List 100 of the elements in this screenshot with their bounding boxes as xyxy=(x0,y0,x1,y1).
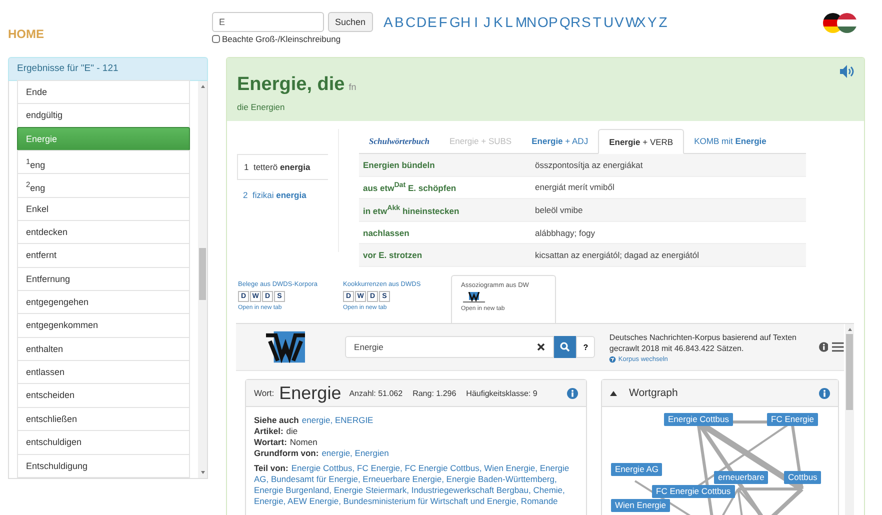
wortschatz-logo-icon xyxy=(463,292,485,303)
result-item[interactable]: enthalten xyxy=(17,336,190,362)
result-item[interactable]: $^{1}$eng xyxy=(17,150,190,174)
search-field[interactable]: E xyxy=(212,12,324,32)
meaning-item[interactable]: 2 fizikai energia xyxy=(237,184,328,206)
hungarian-translation: alábbhagy; fogy xyxy=(535,228,596,238)
word-title: Energie xyxy=(279,382,342,404)
graph-node[interactable]: FC Energie xyxy=(767,413,818,426)
wortschatz-logo-icon xyxy=(266,331,306,363)
letter-link[interactable]: B xyxy=(394,14,404,30)
letter-link[interactable]: A xyxy=(384,14,393,30)
graph-node[interactable]: FC Energie Cottbus xyxy=(652,485,735,498)
result-item[interactable]: Ende xyxy=(17,80,190,104)
result-item[interactable]: Entfernung xyxy=(17,266,190,292)
caret-icon[interactable] xyxy=(610,390,617,396)
related-words-link[interactable]: energie, Energien xyxy=(322,448,389,458)
letter-link[interactable]: C xyxy=(406,14,415,30)
letter-link[interactable]: Q xyxy=(560,14,569,30)
field-value: Nomen xyxy=(290,437,318,447)
plural-form: die Energien xyxy=(237,102,286,112)
result-item[interactable]: entlassen xyxy=(17,360,190,384)
graph-node[interactable]: Cottbus xyxy=(784,471,822,484)
letter-link[interactable]: J xyxy=(482,14,492,30)
graph-node[interactable]: erneuerbare xyxy=(714,471,768,484)
letter-link[interactable]: T xyxy=(592,14,602,30)
result-item[interactable]: $^{2}$eng xyxy=(17,173,190,198)
corpus-search-field[interactable]: Energie xyxy=(345,336,554,358)
field-label: Wortart: xyxy=(254,437,287,447)
word-stat: Häufigkeitsklasse: 9 xyxy=(466,388,538,398)
result-item[interactable]: Energie xyxy=(17,126,190,152)
hungarian-translation: kicsattan az energiától; dagad az energiától xyxy=(535,250,699,260)
hungarian-translation: energiát merít vmiből xyxy=(535,182,614,192)
german-phrase: in etw$^{Akk}$ hineinstecken xyxy=(362,204,460,216)
letter-link[interactable]: X xyxy=(636,14,646,30)
letter-link[interactable]: U xyxy=(604,14,613,30)
scrollbar[interactable] xyxy=(845,324,854,515)
tab[interactable]: KOMB mit Energie xyxy=(684,129,776,153)
german-phrase: aus etw$^{Dat}$ E. schöpfen xyxy=(362,181,458,194)
headword: Energie, die xyxy=(237,74,345,95)
result-item[interactable]: entschuldigen xyxy=(17,430,190,454)
letter-link[interactable]: Z xyxy=(658,14,668,30)
result-item[interactable]: entgegenkommen xyxy=(17,313,190,338)
tab[interactable]: Energie + ADJ xyxy=(522,129,598,153)
german-phrase: nachlassen xyxy=(362,228,410,238)
globe-icon xyxy=(609,356,616,362)
language-flags-icon[interactable] xyxy=(822,12,858,34)
meaning-item[interactable]: 1 tetterö energia xyxy=(237,154,328,180)
field-label: Grundform von: xyxy=(254,448,319,458)
hungarian-translation: beleöl vmibe xyxy=(535,204,583,215)
tab[interactable]: Energie + VERB xyxy=(598,129,684,154)
search-button[interactable]: Suchen xyxy=(328,12,373,32)
info-icon[interactable] xyxy=(567,388,578,398)
result-item[interactable]: Enkel xyxy=(17,196,190,222)
scrollbar[interactable] xyxy=(198,81,207,478)
hungarian-translation: összpontosítja az energiákat xyxy=(535,160,643,170)
letter-link[interactable]: G xyxy=(450,14,459,30)
result-item[interactable]: endgültig xyxy=(17,103,190,128)
graph-node[interactable]: Wien Energie xyxy=(611,499,670,512)
letter-link[interactable]: O xyxy=(538,14,547,30)
related-words-link[interactable]: energie, ENERGIE xyxy=(302,415,374,425)
speaker-icon[interactable] xyxy=(840,65,856,78)
info-icon[interactable] xyxy=(818,342,828,352)
word-stat: Anzahl: 51.062 xyxy=(349,388,403,398)
letter-link[interactable]: H xyxy=(460,14,470,30)
clear-icon[interactable] xyxy=(537,343,546,351)
letter-link[interactable]: V xyxy=(614,14,624,30)
letter-link[interactable]: L xyxy=(504,14,514,30)
graph-node[interactable]: Energie Cottbus xyxy=(664,413,733,426)
help-button[interactable]: ? xyxy=(576,336,596,358)
word-stat: Rang: 1.296 xyxy=(412,388,456,398)
letter-link[interactable]: Y xyxy=(648,14,657,30)
info-icon[interactable] xyxy=(819,388,830,398)
letter-link[interactable]: F xyxy=(438,14,448,30)
case-checkbox[interactable] xyxy=(212,35,220,43)
german-phrase: vor E. strotzen xyxy=(362,250,424,260)
result-item[interactable]: entdecken xyxy=(17,220,190,244)
part-of-speech: fn xyxy=(348,82,356,92)
field-value: die xyxy=(286,426,298,436)
letter-link[interactable]: K xyxy=(494,14,503,30)
graph-node[interactable]: Energie AG xyxy=(611,463,662,476)
letter-link[interactable]: S xyxy=(582,14,591,30)
letter-link[interactable]: M xyxy=(516,14,525,30)
field-label: Artikel: xyxy=(254,426,284,436)
letter-link[interactable]: E xyxy=(428,14,437,30)
letter-link[interactable]: P xyxy=(548,14,558,30)
tab[interactable]: Schulwörterbuch xyxy=(359,129,440,153)
menu-icon[interactable] xyxy=(832,342,844,352)
result-item[interactable]: entschließen xyxy=(17,406,190,432)
search-button[interactable] xyxy=(554,336,576,358)
letter-link[interactable]: I xyxy=(472,14,481,30)
letter-link[interactable]: R xyxy=(570,14,580,30)
result-item[interactable]: entscheiden xyxy=(17,383,190,408)
letter-link[interactable]: D xyxy=(416,14,426,30)
result-item[interactable]: entfernt xyxy=(17,243,190,268)
field-label: Siehe auch xyxy=(254,415,299,425)
results-header: Ergebnisse für "E" - 121 xyxy=(8,57,208,81)
result-item[interactable]: entgegengehen xyxy=(17,290,190,314)
letter-link[interactable]: N xyxy=(526,14,536,30)
part-of-text: Teil von: Energie Cottbus, FC Energie, FC Energie Cottbus, Wien Energie, Energie AG, Bundesamt für Energie, Erneuerbare Energie, Energie Baden-Württemberg, Energie Burgenland, Energie Steiermark, Industriegewerkschaft Bergbau, Chemie, Energie, AEW Energie, Bundesministerium für Wirtschaft und Energie, Romande xyxy=(254,463,570,507)
result-item[interactable]: Entschuldigung xyxy=(17,454,190,478)
